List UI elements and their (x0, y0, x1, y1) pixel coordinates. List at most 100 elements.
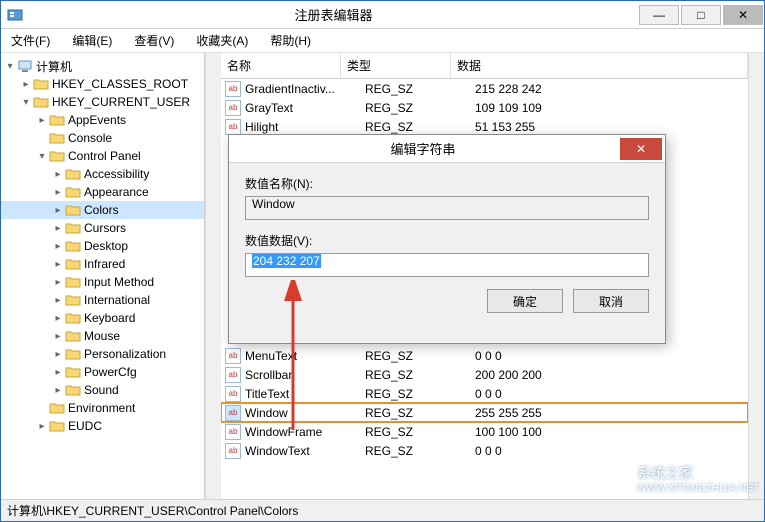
tree-node[interactable]: Console (1, 129, 204, 147)
expand-icon[interactable]: ▸ (51, 329, 65, 343)
folder-icon (49, 401, 65, 415)
folder-icon (65, 221, 81, 235)
titlebar: 注册表编辑器 — □ ✕ (1, 1, 764, 29)
tree-node[interactable]: ▸ Cursors (1, 219, 204, 237)
tree-node[interactable]: ▸ Infrared (1, 255, 204, 273)
tree-node[interactable]: Environment (1, 399, 204, 417)
menu-favorites[interactable]: 收藏夹(A) (192, 30, 252, 51)
list-row[interactable]: abWindowTextREG_SZ0 0 0 (221, 441, 748, 460)
expand-icon[interactable]: ▸ (19, 77, 33, 91)
tree-node[interactable]: ▾HKEY_CURRENT_USER (1, 93, 204, 111)
menu-help[interactable]: 帮助(H) (266, 30, 315, 51)
dialog-body: 数值名称(N): Window 数值数据(V): 204 232 207 确定 … (229, 163, 665, 323)
tree-label: AppEvents (68, 113, 126, 127)
tree-node[interactable]: ▸HKEY_CLASSES_ROOT (1, 75, 204, 93)
minimize-button[interactable]: — (639, 5, 679, 25)
list-row[interactable]: abMenuTextREG_SZ0 0 0 (221, 346, 748, 365)
expand-icon[interactable]: ▸ (51, 167, 65, 181)
tree-node[interactable]: ▸Sound (1, 381, 204, 399)
maximize-button[interactable]: □ (681, 5, 721, 25)
tree-node[interactable]: ▸ Keyboard (1, 309, 204, 327)
value-name-input[interactable]: Window (245, 196, 649, 220)
tree-node[interactable]: ▸International (1, 291, 204, 309)
tree-label: PowerCfg (84, 365, 137, 379)
folder-icon (65, 293, 81, 307)
tree-label: Keyboard (84, 311, 135, 325)
expand-icon[interactable]: ▾ (3, 59, 17, 73)
expand-icon[interactable]: ▸ (51, 275, 65, 289)
ok-button[interactable]: 确定 (487, 289, 563, 313)
app-icon (7, 7, 23, 23)
tree-node[interactable]: ▾ 计算机 (1, 57, 204, 75)
list-row[interactable]: abWindowREG_SZ255 255 255 (221, 403, 748, 422)
menubar: 文件(F) 编辑(E) 查看(V) 收藏夹(A) 帮助(H) (1, 29, 764, 53)
list-scrollbar[interactable] (748, 53, 764, 499)
tree-label: 计算机 (36, 58, 72, 75)
cell-type: REG_SZ (365, 387, 475, 401)
tree-node[interactable]: ▸ PowerCfg (1, 363, 204, 381)
expand-icon[interactable]: ▸ (51, 257, 65, 271)
cell-data: 100 100 100 (475, 425, 744, 439)
list-row[interactable]: abGrayTextREG_SZ109 109 109 (221, 98, 748, 117)
tree-node[interactable]: ▾Control Panel (1, 147, 204, 165)
edit-string-dialog: 编辑字符串 ✕ 数值名称(N): Window 数值数据(V): 204 232… (228, 134, 666, 344)
cell-data: 51 153 255 (475, 120, 744, 134)
menu-edit[interactable]: 编辑(E) (68, 30, 116, 51)
tree-label: Infrared (84, 257, 125, 271)
expand-icon[interactable]: ▸ (51, 203, 65, 217)
tree-node[interactable]: ▸ AppEvents (1, 111, 204, 129)
close-button[interactable]: ✕ (723, 5, 763, 25)
expand-icon[interactable]: ▸ (35, 113, 49, 127)
expand-icon[interactable]: ▾ (19, 95, 33, 109)
tree-node[interactable]: ▸Mouse (1, 327, 204, 345)
status-path: 计算机\HKEY_CURRENT_USER\Control Panel\Colo… (7, 502, 298, 519)
tree-node[interactable]: ▸Input Method (1, 273, 204, 291)
list-row[interactable]: abGradientInactiv...REG_SZ215 228 242 (221, 79, 748, 98)
expand-icon[interactable]: ▸ (35, 419, 49, 433)
cell-type: REG_SZ (365, 406, 475, 420)
tree-node[interactable]: ▸Colors (1, 201, 204, 219)
dialog-close-button[interactable]: ✕ (620, 138, 662, 160)
dialog-buttons: 确定 取消 (245, 289, 649, 313)
col-type[interactable]: 类型 (341, 53, 451, 78)
tree-node[interactable]: ▸Desktop (1, 237, 204, 255)
value-data-text: 204 232 207 (252, 254, 321, 268)
expand-icon[interactable]: ▸ (51, 239, 65, 253)
expand-icon[interactable]: ▸ (51, 383, 65, 397)
folder-icon (65, 167, 81, 181)
list-row[interactable]: abScrollbarREG_SZ200 200 200 (221, 365, 748, 384)
expand-icon[interactable]: ▸ (51, 347, 65, 361)
cell-name: GradientInactiv... (245, 82, 365, 96)
menu-view[interactable]: 查看(V) (130, 30, 178, 51)
expand-icon[interactable]: ▸ (51, 293, 65, 307)
cell-type: REG_SZ (365, 349, 475, 363)
value-data-label: 数值数据(V): (245, 232, 649, 249)
tree-label: Cursors (84, 221, 126, 235)
tree-view[interactable]: ▾ 计算机▸HKEY_CLASSES_ROOT▾HKEY_CURRENT_USER… (1, 53, 205, 499)
menu-file[interactable]: 文件(F) (7, 30, 54, 51)
tree-node[interactable]: ▸Personalization (1, 345, 204, 363)
expand-icon[interactable]: ▸ (51, 311, 65, 325)
expand-icon[interactable]: ▾ (35, 149, 49, 163)
expand-icon[interactable]: ▸ (51, 365, 65, 379)
expand-icon[interactable] (35, 131, 49, 145)
list-row[interactable]: abTitleTextREG_SZ0 0 0 (221, 384, 748, 403)
cell-name: Scrollbar (245, 368, 365, 382)
tree-scrollbar[interactable] (205, 53, 221, 499)
list-row[interactable]: abWindowFrameREG_SZ100 100 100 (221, 422, 748, 441)
tree-node[interactable]: ▸EUDC (1, 417, 204, 435)
tree-node[interactable]: ▸Accessibility (1, 165, 204, 183)
col-name[interactable]: 名称 (221, 53, 341, 78)
expand-icon[interactable]: ▸ (51, 185, 65, 199)
window-controls: — □ ✕ (638, 3, 764, 27)
tree-node[interactable]: ▸Appearance (1, 183, 204, 201)
expand-icon[interactable] (35, 401, 49, 415)
cancel-button[interactable]: 取消 (573, 289, 649, 313)
value-name-text: Window (252, 197, 295, 211)
folder-icon (49, 113, 65, 127)
col-data[interactable]: 数据 (451, 53, 748, 78)
folder-icon (65, 329, 81, 343)
cell-data: 255 255 255 (475, 406, 744, 420)
value-data-input[interactable]: 204 232 207 (245, 253, 649, 277)
expand-icon[interactable]: ▸ (51, 221, 65, 235)
